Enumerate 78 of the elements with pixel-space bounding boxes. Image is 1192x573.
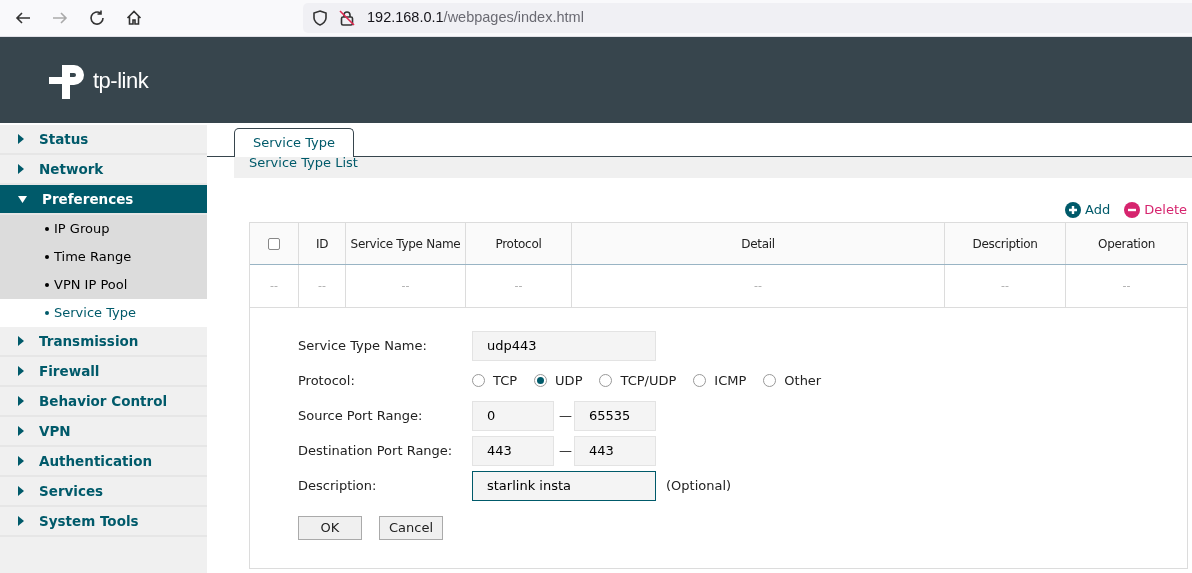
field-label: Source Port Range: xyxy=(298,406,424,425)
table-cell-text: -- xyxy=(1001,277,1009,294)
caret-right-icon xyxy=(18,486,24,496)
radio-label: TCP xyxy=(493,371,518,390)
column-header: Detail xyxy=(741,235,775,253)
section-title: Service Type List xyxy=(249,157,358,169)
input-field[interactable]: 65535 xyxy=(574,400,656,431)
table-cell-text: -- xyxy=(401,277,410,294)
radio-label: Other xyxy=(784,371,822,390)
radio-label: ICMP xyxy=(714,371,747,390)
sidebar-subitem[interactable]: Service Type xyxy=(0,299,207,327)
sidebar-subitem[interactable]: IP Group xyxy=(0,215,207,243)
input-field[interactable]: 443 xyxy=(574,435,656,466)
input-field[interactable]: starlink insta xyxy=(472,470,656,501)
sidebar-item[interactable]: Preferences xyxy=(0,185,207,215)
brand-logo: tp-link xyxy=(48,59,149,101)
add-button[interactable]: Add xyxy=(1065,200,1111,220)
delete-button[interactable]: Delete xyxy=(1124,200,1187,220)
reload-icon[interactable] xyxy=(88,9,106,27)
bullet-icon xyxy=(45,311,49,315)
shield-icon xyxy=(313,10,327,26)
checkbox[interactable] xyxy=(268,237,280,250)
caret-down-icon xyxy=(18,195,27,203)
radio-button[interactable] xyxy=(693,374,707,387)
column-header: Protocol xyxy=(495,235,542,253)
radio-button[interactable] xyxy=(763,374,777,387)
sidebar-item[interactable]: Services xyxy=(0,477,207,507)
url-text: 192.168.0.1/webpages/index.html xyxy=(367,8,584,28)
input-field[interactable]: 0 xyxy=(472,400,554,431)
bullet-icon xyxy=(45,255,49,259)
sidebar-item[interactable]: VPN xyxy=(0,417,207,447)
radio-button[interactable] xyxy=(472,374,485,387)
bullet-icon xyxy=(45,227,49,231)
input-field[interactable]: 443 xyxy=(472,435,554,466)
column-header: ID xyxy=(315,235,329,253)
column-header: Description xyxy=(972,235,1038,253)
field-label: Description: xyxy=(298,476,378,495)
caret-right-icon xyxy=(18,396,24,406)
sidebar-item[interactable]: Status xyxy=(0,125,207,155)
input-field[interactable]: udp443 xyxy=(472,330,656,361)
plus-circle-icon xyxy=(1065,202,1082,218)
field-label: Service Type Name: xyxy=(298,336,428,355)
caret-right-icon xyxy=(18,516,24,526)
table-cell-text: -- xyxy=(754,277,762,294)
radio-button[interactable] xyxy=(599,374,613,387)
caret-right-icon xyxy=(18,456,24,466)
field-label: Destination Port Range: xyxy=(298,441,454,460)
sidebar-item[interactable]: Behavior Control xyxy=(0,387,207,417)
radio-label: TCP/UDP xyxy=(620,371,677,390)
ok-button[interactable]: OK xyxy=(298,516,362,540)
minus-circle-icon xyxy=(1124,202,1141,218)
table-cell-text: -- xyxy=(318,277,326,294)
caret-right-icon xyxy=(18,134,24,144)
sidebar-item[interactable]: Firewall xyxy=(0,357,207,387)
optional-note: (Optional) xyxy=(666,476,732,495)
table-cell-text: -- xyxy=(270,277,278,294)
caret-right-icon xyxy=(18,336,24,346)
insecure-lock-icon xyxy=(339,10,355,26)
column-header: Service Type Name xyxy=(350,235,461,253)
bullet-icon xyxy=(45,283,49,287)
radio-label: UDP xyxy=(555,371,583,390)
sidebar-subitem[interactable]: VPN IP Pool xyxy=(0,271,207,299)
table-cell-text: -- xyxy=(514,277,523,294)
cancel-button[interactable]: Cancel xyxy=(379,516,443,540)
column-header: Operation xyxy=(1098,235,1155,253)
radio-button[interactable] xyxy=(534,374,548,387)
caret-right-icon xyxy=(18,164,24,174)
tab[interactable]: Service Type xyxy=(234,128,355,157)
home-icon[interactable] xyxy=(125,9,143,27)
field-label: Protocol: xyxy=(298,371,356,390)
table-cell-text: -- xyxy=(1122,277,1131,294)
caret-right-icon xyxy=(18,366,24,376)
sidebar-item[interactable]: System Tools xyxy=(0,507,207,537)
caret-right-icon xyxy=(18,426,24,436)
address-bar[interactable]: 192.168.0.1/webpages/index.html xyxy=(303,3,1192,33)
sidebar-subitem[interactable]: Time Range xyxy=(0,243,207,271)
sidebar-item[interactable]: Authentication xyxy=(0,447,207,477)
sidebar-item[interactable]: Transmission xyxy=(0,327,207,357)
